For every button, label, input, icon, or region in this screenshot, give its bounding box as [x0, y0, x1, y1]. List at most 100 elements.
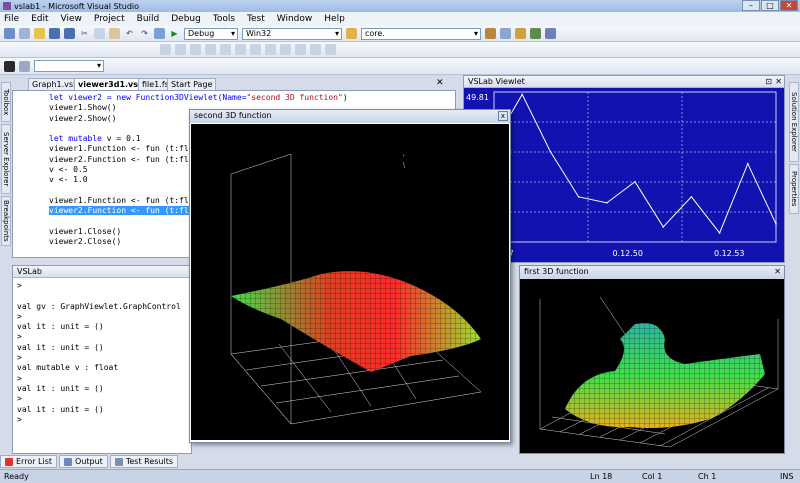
- start-page-icon[interactable]: [545, 28, 556, 39]
- line-chart: 49.812.470.12.500.12.53: [464, 88, 784, 262]
- y-max-tick-label: 49.81: [466, 93, 489, 102]
- error-list-tab[interactable]: Error List: [0, 455, 58, 468]
- indent-icon[interactable]: [160, 44, 171, 55]
- data-point: [606, 202, 608, 204]
- console-title: VSLab: [13, 266, 191, 278]
- add-item-icon[interactable]: [19, 28, 30, 39]
- clear-bookmarks-icon[interactable]: [325, 44, 336, 55]
- comment-icon[interactable]: [250, 44, 261, 55]
- status-char: Ch 1: [698, 472, 717, 481]
- redo-icon[interactable]: ↷: [139, 28, 150, 39]
- menu-project[interactable]: Project: [94, 14, 125, 24]
- data-point: [549, 150, 552, 153]
- find-icon[interactable]: [346, 28, 357, 39]
- member-list-icon[interactable]: [175, 44, 186, 55]
- second-3d-title[interactable]: second 3D function x: [190, 110, 510, 123]
- breakpoints-tab[interactable]: Breakpoints: [1, 196, 11, 246]
- status-bar: Ready Ln 18 Col 1 Ch 1 INS: [0, 469, 800, 483]
- window-title: vslab1 - Microsoft Visual Studio: [14, 1, 140, 11]
- bookmark-icon[interactable]: [280, 44, 291, 55]
- first-3d-window: first 3D function ✕: [519, 265, 785, 454]
- complete-word-icon[interactable]: [220, 44, 231, 55]
- status-col: Col 1: [642, 472, 663, 481]
- menu-help[interactable]: Help: [324, 14, 345, 24]
- data-point: [521, 93, 523, 96]
- solution-explorer-icon[interactable]: [485, 28, 496, 39]
- console-icon[interactable]: [4, 60, 15, 72]
- data-point: [775, 223, 777, 225]
- configuration-select[interactable]: Debug: [184, 27, 238, 40]
- quick-info-icon[interactable]: [205, 44, 216, 55]
- vslab-icon[interactable]: [19, 60, 30, 72]
- data-point: [577, 196, 580, 198]
- toolbox-tab[interactable]: Toolbox: [1, 82, 11, 122]
- properties-tab[interactable]: Properties: [789, 164, 799, 214]
- uncomment-icon[interactable]: [265, 44, 276, 55]
- copy-icon[interactable]: [94, 28, 105, 39]
- outdent-icon[interactable]: [235, 44, 246, 55]
- server-explorer-tab[interactable]: Server Explorer: [1, 124, 11, 194]
- viewlet-close-icon[interactable]: ✕: [775, 76, 782, 87]
- parameter-info-icon[interactable]: [190, 44, 201, 55]
- platform-select[interactable]: Win32: [242, 27, 342, 40]
- new-project-icon[interactable]: [4, 28, 15, 39]
- next-bookmark-icon[interactable]: [310, 44, 321, 55]
- toolbox-icon[interactable]: [515, 28, 526, 39]
- menu-debug[interactable]: Debug: [171, 14, 201, 24]
- close-window-button[interactable]: ✕: [780, 0, 798, 11]
- maximize-button[interactable]: □: [761, 0, 779, 11]
- first-3d-close-icon[interactable]: ✕: [774, 266, 781, 278]
- menu-build[interactable]: Build: [137, 14, 160, 24]
- first-3d-title: first 3D function ✕: [520, 266, 784, 279]
- close-tab-icon[interactable]: ✕: [436, 78, 444, 88]
- second-3d-mesh: [231, 271, 481, 372]
- tab-start-page[interactable]: Start Page: [167, 78, 217, 90]
- cut-icon[interactable]: ✂: [79, 28, 90, 39]
- vslab-select[interactable]: [34, 60, 104, 72]
- vslab-toolbar: [0, 58, 800, 75]
- text-editor-toolbar: [0, 42, 800, 58]
- standard-toolbar: ✂ ↶ ↷ ▶ Debug Win32 core.: [0, 26, 800, 42]
- status-line: Ln 18: [590, 472, 613, 481]
- pin-icon[interactable]: ⊡: [765, 76, 772, 87]
- bottom-tool-tabs: Error List Output Test Results: [0, 455, 520, 468]
- menu-view[interactable]: View: [61, 14, 82, 24]
- vslab-viewlet-panel: VSLab Viewlet ⊡ ✕ 49.812.470.12.500.12.5…: [463, 75, 785, 263]
- output-icon: [64, 457, 73, 466]
- second-3d-window[interactable]: second 3D function x ': [189, 109, 511, 443]
- data-point: [718, 232, 721, 234]
- data-point: [690, 196, 693, 198]
- visual-studio-icon: [3, 2, 11, 10]
- test-results-tab[interactable]: Test Results: [109, 455, 179, 468]
- undo-icon[interactable]: ↶: [124, 28, 135, 39]
- second-3d-close-button[interactable]: x: [498, 111, 508, 121]
- menu-bar: File Edit View Project Build Debug Tools…: [0, 12, 800, 26]
- save-all-icon[interactable]: [64, 28, 75, 39]
- object-browser-icon[interactable]: [530, 28, 541, 39]
- properties-icon[interactable]: [500, 28, 511, 39]
- vslab-console-panel: VSLab > val gv : GraphViewlet.GraphContr…: [12, 265, 192, 454]
- open-folder-icon[interactable]: [34, 28, 45, 39]
- status-ready: Ready: [4, 472, 29, 481]
- axis-marker-top: ': [403, 154, 405, 161]
- prev-bookmark-icon[interactable]: [295, 44, 306, 55]
- x-tick-label: 0.12.53: [714, 249, 745, 258]
- paste-icon[interactable]: [109, 28, 120, 39]
- menu-file[interactable]: File: [4, 14, 19, 24]
- navigate-icon[interactable]: [154, 28, 165, 39]
- x-tick-label: 0.12.50: [612, 249, 643, 258]
- status-ins: INS: [780, 472, 794, 481]
- solution-explorer-tab[interactable]: Solution Explorer: [789, 82, 799, 162]
- selected-code-line: viewer2.Function <- fun (t:flo: [49, 206, 194, 216]
- data-point: [662, 226, 664, 228]
- save-icon[interactable]: [49, 28, 60, 39]
- start-debug-icon[interactable]: ▶: [169, 28, 180, 39]
- menu-edit[interactable]: Edit: [31, 14, 48, 24]
- menu-window[interactable]: Window: [277, 14, 313, 24]
- find-input[interactable]: core.: [361, 27, 481, 40]
- output-tab[interactable]: Output: [59, 455, 108, 468]
- menu-test[interactable]: Test: [247, 14, 265, 24]
- console-output[interactable]: > val gv : GraphViewlet.GraphControl > v…: [13, 278, 191, 425]
- menu-tools[interactable]: Tools: [213, 14, 235, 24]
- minimize-button[interactable]: –: [742, 0, 760, 11]
